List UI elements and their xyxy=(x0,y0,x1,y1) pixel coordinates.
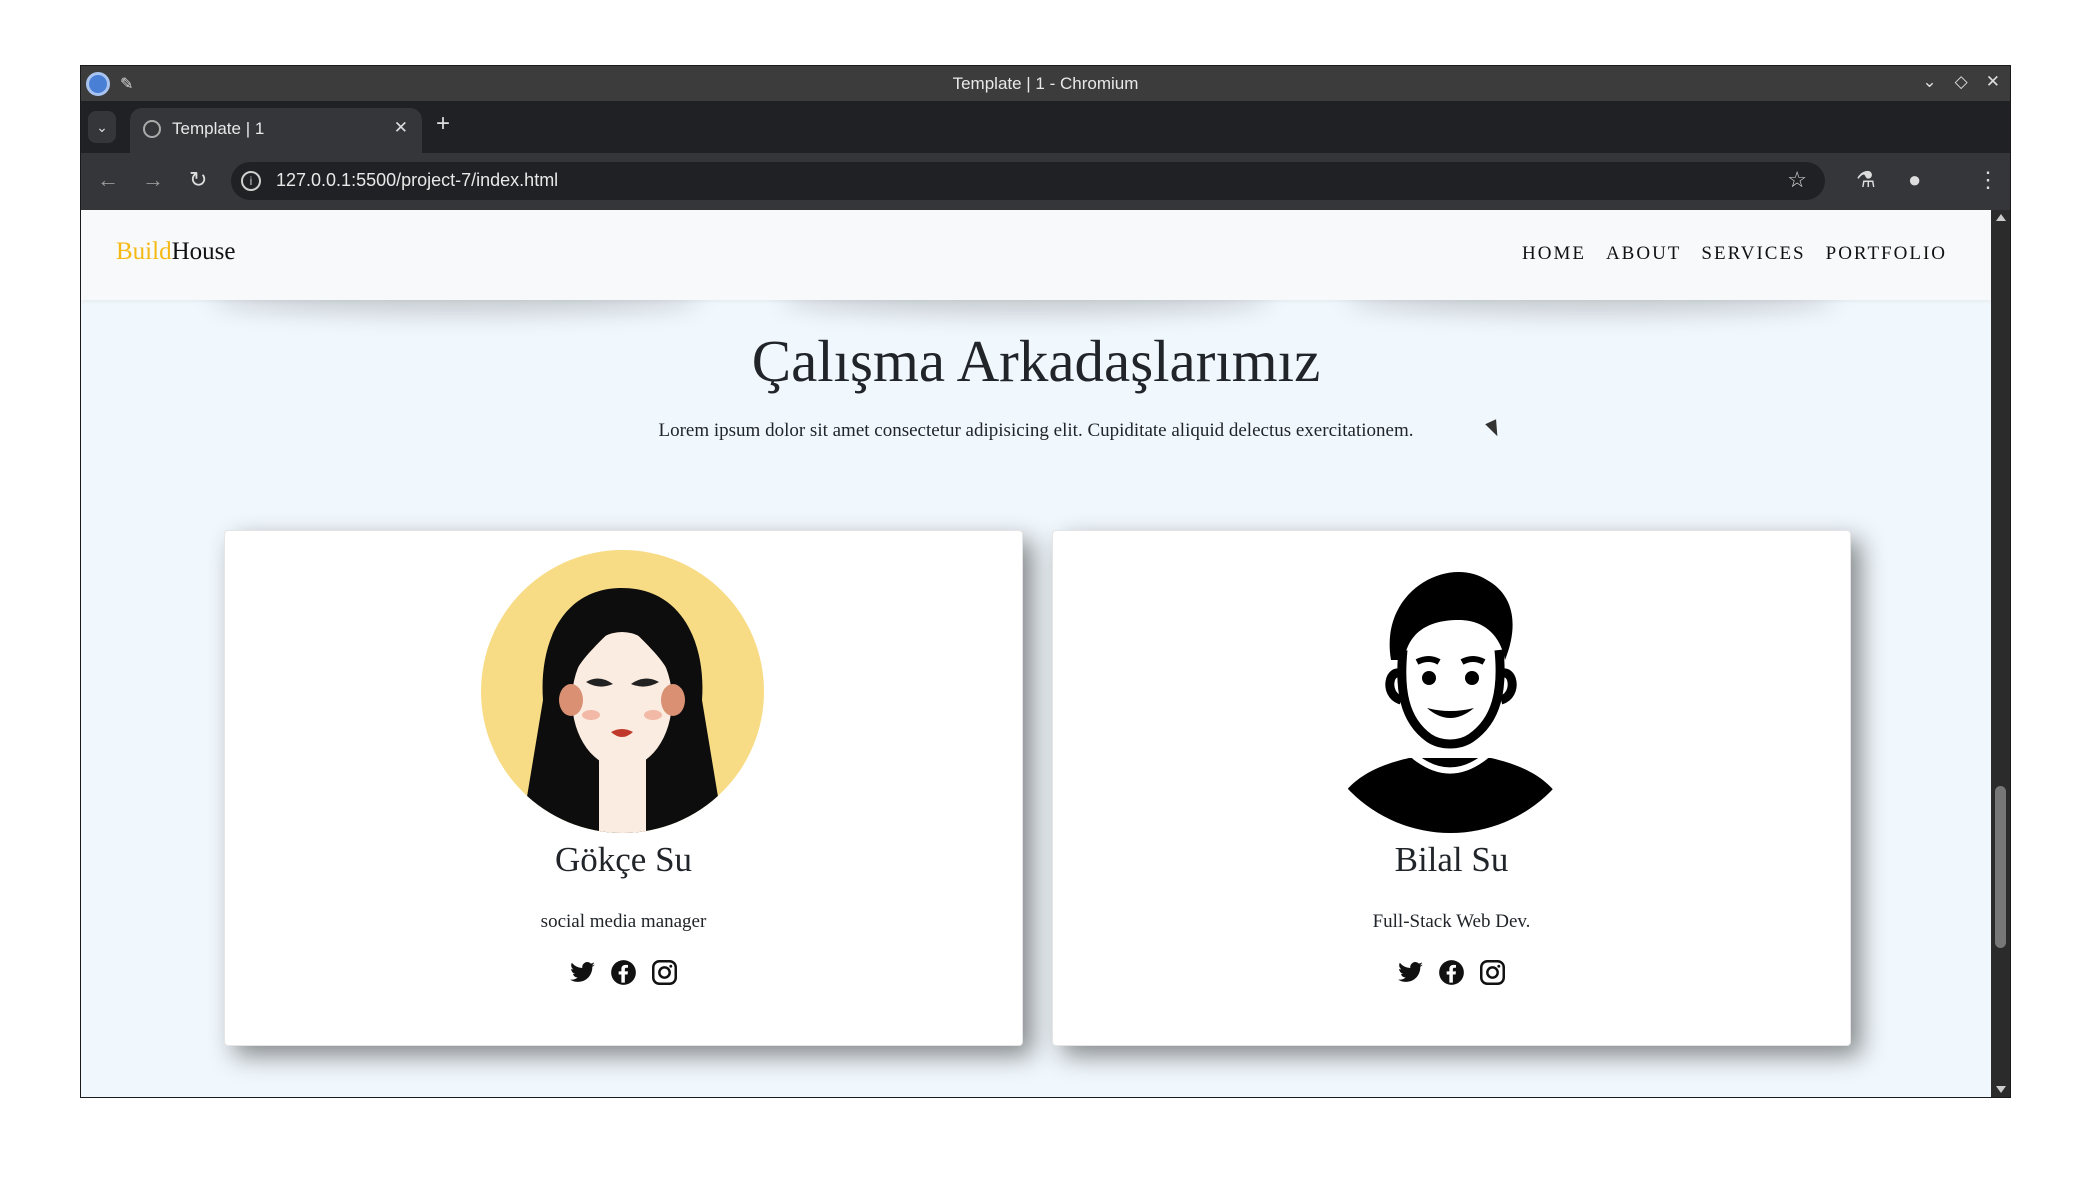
member-role: Full-Stack Web Dev. xyxy=(1372,911,1531,932)
social-links xyxy=(225,959,1022,986)
brand-logo[interactable]: BuildHouse xyxy=(116,238,235,266)
new-tab-button[interactable]: + xyxy=(436,110,450,138)
brand-part-build: Build xyxy=(116,238,172,265)
member-name: Gökçe Su xyxy=(554,840,693,879)
url-text[interactable]: 127.0.0.1:5500/project-7/index.html xyxy=(276,170,558,191)
labs-flask-icon[interactable]: ⚗ xyxy=(1856,167,1876,193)
forward-icon[interactable]: → xyxy=(142,167,164,193)
close-tab-icon[interactable]: ✕ xyxy=(394,118,408,138)
nav-link-about[interactable]: ABOUT xyxy=(1606,243,1681,265)
instagram-icon[interactable] xyxy=(1479,959,1506,986)
twitter-icon[interactable] xyxy=(1397,959,1424,986)
team-card: Gökçe Su social media manager xyxy=(224,530,1023,1046)
man-avatar-icon xyxy=(1309,550,1592,833)
address-bar[interactable]: i 127.0.0.1:5500/project-7/index.html ☆ xyxy=(231,162,1825,200)
brand-part-house: House xyxy=(171,238,236,265)
maximize-icon[interactable]: ◇ xyxy=(1955,72,1968,92)
facebook-icon[interactable] xyxy=(1438,959,1465,986)
member-name: Bilal Su xyxy=(1394,840,1509,879)
reload-icon[interactable]: ↻ xyxy=(189,167,207,193)
back-icon[interactable]: ← xyxy=(97,167,119,193)
team-card: Bilal Su Full-Stack Web Dev. xyxy=(1052,530,1851,1046)
minimize-icon[interactable]: ⌄ xyxy=(1922,72,1936,92)
page-viewport: BuildHouse HOME ABOUT SERVICES PORTFOLIO… xyxy=(81,210,1991,1097)
scroll-down-icon[interactable] xyxy=(1996,1086,2006,1093)
scroll-up-icon[interactable] xyxy=(1996,214,2006,221)
globe-icon xyxy=(143,120,161,138)
title-bar: ✎ Template | 1 - Chromium ⌄ ◇ ✕ xyxy=(81,66,2010,101)
nav-menu: HOME ABOUT SERVICES PORTFOLIO xyxy=(1522,243,1947,265)
tab-search-button[interactable]: ⌄ xyxy=(88,111,116,143)
section-title: Çalışma Arkadaşlarımız xyxy=(751,328,1321,394)
bookmark-star-icon[interactable]: ☆ xyxy=(1787,167,1807,193)
member-role: social media manager xyxy=(540,911,707,932)
tab-strip: ⌄ Template | 1 ✕ + xyxy=(81,101,2010,153)
scroll-thumb[interactable] xyxy=(1995,786,2006,948)
profile-icon[interactable]: ● xyxy=(1908,167,1921,193)
instagram-icon[interactable] xyxy=(651,959,678,986)
section-subtitle: Lorem ipsum dolor sit amet consectetur a… xyxy=(658,420,1414,441)
browser-window: ✎ Template | 1 - Chromium ⌄ ◇ ✕ ⌄ Templa… xyxy=(81,66,2010,1097)
site-navbar: BuildHouse HOME ABOUT SERVICES PORTFOLIO xyxy=(81,210,1991,300)
browser-toolbar: ← → ↻ i 127.0.0.1:5500/project-7/index.h… xyxy=(81,153,2010,210)
nav-link-home[interactable]: HOME xyxy=(1522,243,1586,265)
nav-link-services[interactable]: SERVICES xyxy=(1701,243,1805,265)
page-scrollbar[interactable] xyxy=(1991,210,2010,1097)
window-title: Template | 1 - Chromium xyxy=(952,74,1139,93)
menu-kebab-icon[interactable]: ⋮ xyxy=(1977,167,1999,193)
tab-active[interactable]: Template | 1 ✕ xyxy=(130,108,422,153)
twitter-icon[interactable] xyxy=(569,959,596,986)
site-info-icon[interactable]: i xyxy=(241,171,261,191)
woman-avatar-icon xyxy=(481,550,764,833)
tab-title: Template | 1 xyxy=(172,119,265,138)
close-window-icon[interactable]: ✕ xyxy=(1986,72,2000,92)
facebook-icon[interactable] xyxy=(610,959,637,986)
social-links xyxy=(1053,959,1850,986)
nav-link-portfolio[interactable]: PORTFOLIO xyxy=(1826,243,1947,265)
